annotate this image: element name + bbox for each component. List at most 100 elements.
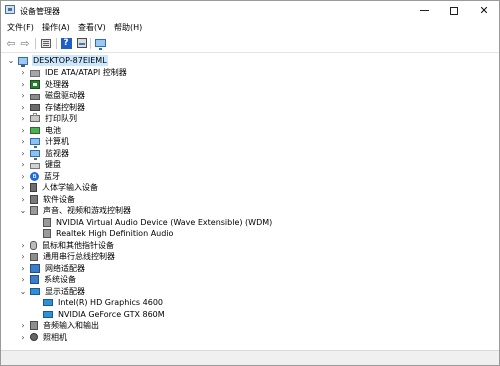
tree-item-bluetooth[interactable]: › ʙ 蓝牙 (19, 171, 61, 182)
tree-item-label: Intel(R) HD Graphics 4600 (58, 298, 164, 307)
forward-button[interactable]: ⇨ (19, 37, 31, 49)
tree-item-label: 打印队列 (45, 114, 77, 123)
tree-item-label: 软件设备 (43, 194, 75, 204)
computer-icon (30, 138, 40, 148)
tree-item-label: 系统设备 (44, 275, 76, 284)
display-adapter-icon (43, 310, 53, 318)
tree-child-realtek-audio[interactable]: Realtek High Definition Audio (43, 228, 174, 239)
tree-item-processor[interactable]: › 处理器 (19, 79, 70, 90)
tree-item-label: 鼠标和其他指针设备 (42, 240, 114, 250)
tree-item-hid[interactable]: › 人体学输入设备 (19, 182, 99, 193)
tree-item-usb[interactable]: › 通用串行总线控制器 (19, 251, 116, 262)
menu-help[interactable]: 帮助(H) (114, 22, 142, 33)
expand-chevron-icon[interactable]: › (19, 148, 27, 159)
tree-item-print-queues[interactable]: › 打印队列 (19, 113, 78, 124)
camera-icon (30, 333, 38, 341)
expand-chevron-icon[interactable]: › (19, 79, 27, 90)
collapse-chevron-icon[interactable]: ⌄ (19, 286, 27, 297)
monitor-button[interactable] (94, 37, 106, 50)
tree-item-label: 网络适配器 (45, 263, 85, 273)
toolbar: ⇦ ⇨ ? (1, 35, 499, 53)
menu-file[interactable]: 文件(F) (7, 22, 34, 33)
tree-item-sound[interactable]: ⌄ 声音、视频和游戏控制器 (19, 205, 132, 216)
toolbar-separator (35, 38, 36, 49)
expand-chevron-icon[interactable]: › (19, 113, 27, 124)
expand-chevron-icon[interactable]: › (19, 171, 27, 182)
expand-chevron-icon[interactable]: › (19, 125, 27, 136)
help-button[interactable]: ? (60, 37, 72, 49)
tree-item-batteries[interactable]: › 电池 (19, 125, 62, 136)
expand-chevron-icon[interactable]: › (19, 90, 27, 101)
minimize-icon (419, 10, 429, 11)
maximize-icon (450, 6, 458, 15)
tree-child-intel-graphics[interactable]: Intel(R) HD Graphics 4600 (43, 297, 164, 308)
tree-item-monitors[interactable]: › 监视器 (19, 148, 70, 160)
menu-action[interactable]: 操作(A) (42, 22, 70, 33)
expand-chevron-icon[interactable]: › (19, 102, 27, 113)
window-title: 设备管理器 (20, 7, 60, 16)
close-button[interactable]: ✕ (469, 1, 499, 20)
collapse-chevron-icon[interactable]: ⌄ (7, 55, 15, 66)
title-bar: 设备管理器 ✕ (1, 1, 499, 20)
expand-chevron-icon[interactable]: › (19, 67, 27, 78)
tree-item-label: 蓝牙 (44, 171, 60, 181)
hid-icon (30, 183, 37, 192)
tree-item-audio-io[interactable]: › 音频输入和输出 (19, 320, 100, 331)
computer-icon (18, 56, 28, 67)
tree-item-label: 计算机 (45, 137, 69, 146)
expand-chevron-icon[interactable]: › (19, 320, 27, 331)
mouse-icon (30, 240, 37, 250)
monitor-icon (94, 39, 106, 50)
tree-item-label: 磁盘驱动器 (45, 91, 85, 100)
battery-icon (30, 126, 40, 134)
tree-item-label: IDE ATA/ATAPI 控制器 (45, 68, 127, 77)
tree-item-keyboards[interactable]: › 键盘 (19, 159, 62, 170)
maximize-button[interactable] (439, 1, 469, 20)
tree-item-mice[interactable]: › 鼠标和其他指针设备 (19, 240, 115, 251)
monitor-icon (30, 149, 40, 160)
back-arrow-icon: ⇦ (6, 36, 16, 50)
expand-chevron-icon[interactable]: › (19, 332, 27, 343)
tree-child-nvidia-graphics[interactable]: NVIDIA GeForce GTX 860M (43, 309, 166, 320)
tree-root[interactable]: ⌄ DESKTOP-87EIEML (7, 55, 108, 67)
properties-icon (41, 38, 51, 48)
expand-chevron-icon[interactable]: › (19, 240, 27, 251)
tree-item-label: 人体学输入设备 (42, 183, 98, 192)
back-button[interactable]: ⇦ (5, 37, 17, 49)
ide-controller-icon (30, 70, 40, 77)
tree-child-nvidia-audio[interactable]: NVIDIA Virtual Audio Device (Wave Extens… (43, 217, 273, 228)
bluetooth-icon: ʙ (30, 171, 39, 181)
expand-chevron-icon[interactable]: › (19, 274, 27, 285)
tree-item-cameras[interactable]: › 照相机 (19, 332, 68, 343)
scan-hardware-button[interactable] (76, 37, 88, 49)
device-manager-icon (5, 5, 15, 14)
minimize-button[interactable] (409, 1, 439, 20)
printer-icon (30, 113, 40, 122)
expand-chevron-icon[interactable]: › (19, 263, 27, 274)
expand-chevron-icon[interactable]: › (19, 182, 27, 193)
tree-item-storage-controllers[interactable]: › 存储控制器 (19, 102, 86, 113)
tree-item-ide[interactable]: › IDE ATA/ATAPI 控制器 (19, 67, 128, 78)
tree-item-system-devices[interactable]: › 系统设备 (19, 274, 77, 285)
expand-chevron-icon[interactable]: › (19, 159, 27, 170)
collapse-chevron-icon[interactable]: ⌄ (19, 205, 27, 216)
forward-arrow-icon: ⇨ (20, 36, 30, 50)
software-device-icon (30, 194, 38, 204)
menu-view[interactable]: 查看(V) (78, 22, 106, 33)
tree-item-network-adapters[interactable]: › 网络适配器 (19, 263, 86, 274)
display-adapter-icon (30, 287, 40, 295)
tree-item-label: 照相机 (43, 332, 67, 342)
tree-item-computer[interactable]: › 计算机 (19, 136, 70, 148)
audio-io-icon (30, 321, 38, 330)
expand-chevron-icon[interactable]: › (19, 251, 27, 262)
tree-item-software-devices[interactable]: › 软件设备 (19, 194, 76, 205)
scan-hardware-icon (77, 38, 87, 48)
expand-chevron-icon[interactable]: › (19, 136, 27, 147)
close-icon: ✕ (479, 4, 489, 17)
properties-button[interactable] (40, 37, 52, 49)
tree-item-disk-drives[interactable]: › 磁盘驱动器 (19, 90, 86, 101)
tree-item-label: 监视器 (45, 148, 69, 158)
expand-chevron-icon[interactable]: › (19, 194, 27, 205)
tree-item-label: 电池 (45, 125, 61, 135)
tree-item-display-adapters[interactable]: ⌄ 显示适配器 (19, 286, 86, 297)
